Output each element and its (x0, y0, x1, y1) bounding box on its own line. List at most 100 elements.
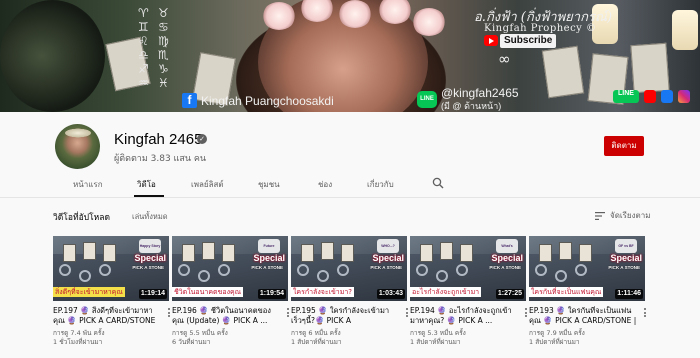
thumbnail-special-label: Special (134, 253, 166, 263)
thumbnail-card (341, 244, 354, 262)
zodiac-symbol: ♍ (158, 34, 169, 48)
video-title[interactable]: EP.196 🔮 ชีวิตในอนาคตของคุณ (Update) 🔮 P… (172, 306, 282, 326)
thumbnail-stone (297, 264, 309, 276)
thumbnail-pick-label: PICK A STONE (608, 265, 640, 270)
thumbnail-card (420, 244, 433, 262)
video-thumbnail[interactable]: GF vs BF Special PICK A STONE ใครกันที่จ… (529, 236, 645, 301)
banner-zodiac-symbols: ♈ ♉ ♊ ♋ ♌ ♍ ♎ ♏ ♐ ♑ ♒ ♓ (138, 6, 178, 90)
video-views: การดู 5.5 หมื่น ครั้ง (172, 329, 228, 337)
thumbnail-caption: อะไรกำลังจะถูกเข้ามา (410, 287, 482, 297)
thumbnail-stone (218, 264, 230, 276)
thumbnail-card (440, 242, 453, 260)
video-card[interactable]: Future Special PICK A STONE ชีวิตในอนาคต… (172, 236, 290, 347)
search-icon[interactable] (432, 177, 444, 189)
tab-channels[interactable]: ช่อง (318, 178, 332, 191)
thumbnail-stone (59, 264, 71, 276)
thumbnail-stone (416, 264, 428, 276)
channel-avatar[interactable] (55, 124, 100, 169)
video-duration: 1:03:43 (376, 289, 405, 299)
banner-forest-art (0, 0, 105, 112)
thumbnail-special-label: Special (491, 253, 523, 263)
video-card[interactable]: Happy Story Special PICK A STONE สิ่งดีๆ… (53, 236, 171, 347)
video-age: 6 วันที่ผ่านมา (172, 338, 211, 346)
tab-about[interactable]: เกี่ยวกับ (367, 178, 394, 191)
thumbnail-card (579, 244, 592, 262)
zodiac-symbol: ♉ (158, 6, 169, 20)
thumbnail-theme-badge: What's Happen? (496, 239, 518, 262)
thumbnail-pick-label: PICK A STONE (132, 265, 164, 270)
zodiac-symbol: ♎ (138, 48, 149, 62)
thumbnail-card (63, 244, 76, 262)
video-meta: การดู 7.4 พัน ครั้ง 1 ชั่วโมงที่ผ่านมา (53, 329, 169, 347)
video-thumbnail[interactable]: Future Special PICK A STONE ชีวิตในอนาคต… (172, 236, 288, 301)
tab-videos[interactable]: วิดีโอ (137, 178, 156, 191)
video-thumbnail[interactable]: Happy Story Special PICK A STONE สิ่งดีๆ… (53, 236, 169, 301)
subscriber-count: ผู้ติดตาม 3.83 แสน คน (114, 154, 207, 164)
banner-subscribe-label: Subscribe (500, 34, 557, 48)
more-actions-icon[interactable] (287, 308, 290, 318)
thumbnail-theme-label: Future (263, 244, 275, 248)
verified-check-icon: ✓ (197, 134, 207, 144)
thumbnail-card (222, 244, 235, 262)
sort-by-button[interactable]: จัดเรียงตาม (595, 209, 650, 222)
video-meta: การดู 6 หมื่น ครั้ง 1 สัปดาห์ที่ผ่านมา (291, 329, 407, 347)
thumbnail-special-label: Special (253, 253, 285, 263)
video-duration: 1:19:54 (257, 289, 286, 299)
video-views: การดู 7.9 หมื่น ครั้ง (529, 329, 585, 337)
video-thumbnail[interactable]: WHO...? Special PICK A STONE ใครกำลังจะเ… (291, 236, 407, 301)
video-title[interactable]: EP.193 🔮 ใครกันที่จะเป็นแฟนคุณ 🔮 PICK A … (529, 306, 639, 326)
thumbnail-caption: ใครกำลังจะเข้ามา? (291, 287, 354, 297)
video-title[interactable]: EP.194 🔮 อะไรกำลังจะถูกเข้ามาหาคุณ? 🔮 PI… (410, 306, 520, 326)
thumbnail-theme-label: WHO...? (381, 244, 395, 248)
thumbnail-card (539, 244, 552, 262)
sort-by-label: จัดเรียงตาม (610, 211, 651, 220)
subscribe-button[interactable]: ติดตาม (604, 136, 644, 156)
video-card[interactable]: GF vs BF Special PICK A STONE ใครกันที่จ… (529, 236, 647, 347)
video-views: การดู 7.4 พัน ครั้ง (53, 329, 105, 337)
video-duration: 1:11:46 (615, 289, 643, 299)
video-title[interactable]: EP.195 🔮 ใครกำลังจะเข้ามาเร็วๆนี้?🔮 PICK… (291, 306, 401, 326)
tab-playlists[interactable]: เพลย์ลิสต์ (191, 178, 224, 191)
video-thumbnail[interactable]: What's Happen? Special PICK A STONE อะไร… (410, 236, 526, 301)
video-title[interactable]: EP.197 🔮 สิ่งดีๆที่จะเข้ามาหาคุณ 🔮 PICK … (53, 306, 163, 326)
thumbnail-caption: ใครกันที่จะเป็นแฟนคุณ (529, 287, 604, 297)
line-social-icon: LINE (613, 90, 639, 103)
thumbnail-theme-badge: WHO...? (377, 239, 399, 253)
video-meta: การดู 5.5 หมื่น ครั้ง 6 วันที่ผ่านมา (172, 329, 288, 347)
banner-flower (262, 2, 296, 30)
tab-home[interactable]: หน้าแรก (73, 178, 103, 191)
video-card[interactable]: WHO...? Special PICK A STONE ใครกำลังจะเ… (291, 236, 409, 347)
thumbnail-card (321, 242, 334, 260)
video-duration: 1:27:25 (495, 289, 524, 299)
zodiac-symbol: ♓ (158, 76, 169, 90)
thumbnail-card (202, 242, 215, 260)
more-actions-icon[interactable] (525, 308, 528, 318)
more-actions-icon[interactable] (406, 308, 409, 318)
banner-line-contact: @kingfah2465 (มี @ ด้านหน้า) (441, 87, 519, 112)
zodiac-symbol: ♐ (138, 62, 149, 76)
more-actions-icon[interactable] (644, 308, 647, 318)
video-age: 1 สัปดาห์ที่ผ่านมา (410, 338, 461, 346)
thumbnail-pick-label: PICK A STONE (370, 265, 402, 270)
banner-line-id: @kingfah2465 (441, 86, 519, 100)
tab-community[interactable]: ชุมชน (258, 178, 280, 191)
thumbnail-caption: สิ่งดีๆที่จะเข้ามาหาคุณ (53, 287, 125, 297)
facebook-icon: f (182, 93, 197, 108)
thumbnail-theme-badge: Happy Story (139, 239, 161, 253)
thumbnail-card (182, 244, 195, 262)
play-all-button[interactable]: เล่นทั้งหมด (132, 211, 168, 223)
banner-tarot-card (541, 45, 585, 99)
video-age: 1 สัปดาห์ที่ผ่านมา (529, 338, 580, 346)
thumbnail-theme-label: Happy Story (139, 244, 161, 248)
thumbnail-stone (337, 264, 349, 276)
thumbnail-stone (575, 264, 587, 276)
thumbnail-card (301, 244, 314, 262)
video-views: การดู 6 หมื่น ครั้ง (291, 329, 341, 337)
video-card[interactable]: What's Happen? Special PICK A STONE อะไร… (410, 236, 528, 347)
sort-icon (595, 211, 605, 220)
thumbnail-card (559, 242, 572, 260)
thumbnail-stone (99, 264, 111, 276)
zodiac-symbol: ♒ (138, 76, 149, 90)
more-actions-icon[interactable] (168, 308, 171, 318)
thumbnail-stone (178, 264, 190, 276)
